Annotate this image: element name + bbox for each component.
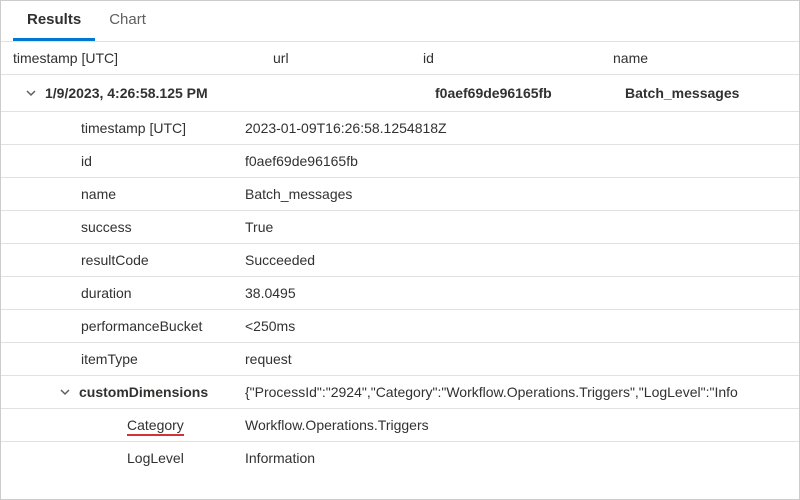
column-header-name[interactable]: name: [613, 50, 787, 66]
nested-detail-label: Category: [1, 417, 241, 433]
detail-row: successTrue: [1, 210, 799, 243]
detail-row: performanceBucket<250ms: [1, 309, 799, 342]
detail-row: timestamp [UTC]2023-01-09T16:26:58.12548…: [1, 111, 799, 144]
nested-detail-label: LogLevel: [1, 450, 241, 466]
detail-row: duration38.0495: [1, 276, 799, 309]
detail-row: nameBatch_messages: [1, 177, 799, 210]
column-header-url[interactable]: url: [273, 50, 423, 66]
nested-detail-row: LogLevelInformation: [1, 441, 799, 474]
nested-detail-row: CategoryWorkflow.Operations.Triggers: [1, 408, 799, 441]
detail-label: itemType: [1, 351, 241, 367]
detail-label: success: [1, 219, 241, 235]
column-header-timestamp[interactable]: timestamp [UTC]: [13, 50, 273, 66]
detail-label: timestamp [UTC]: [1, 120, 241, 136]
detail-label: id: [1, 153, 241, 169]
tab-chart[interactable]: Chart: [95, 1, 160, 41]
group-name: Batch_messages: [625, 85, 777, 101]
result-group-row[interactable]: 1/9/2023, 4:26:58.125 PM f0aef69de96165f…: [1, 75, 799, 111]
detail-value: Batch_messages: [241, 186, 799, 202]
detail-value: Succeeded: [241, 252, 799, 268]
detail-label: name: [1, 186, 241, 202]
detail-row: idf0aef69de96165fb: [1, 144, 799, 177]
nested-detail-value: Information: [241, 450, 799, 466]
nested-detail-value: Workflow.Operations.Triggers: [241, 417, 799, 433]
detail-label: performanceBucket: [1, 318, 241, 334]
column-header-id[interactable]: id: [423, 50, 613, 66]
detail-row: itemTyperequest: [1, 342, 799, 375]
detail-row: resultCodeSucceeded: [1, 243, 799, 276]
custom-dimensions-json: {"ProcessId":"2924","Category":"Workflow…: [241, 384, 799, 400]
group-timestamp: 1/9/2023, 4:26:58.125 PM: [45, 85, 287, 101]
detail-value: request: [241, 351, 799, 367]
tab-results[interactable]: Results: [13, 1, 95, 41]
chevron-down-icon[interactable]: [57, 384, 73, 400]
detail-label: resultCode: [1, 252, 241, 268]
detail-value: 38.0495: [241, 285, 799, 301]
custom-dimensions-label: customDimensions: [79, 384, 208, 400]
group-id: f0aef69de96165fb: [435, 85, 625, 101]
detail-value: True: [241, 219, 799, 235]
detail-value: f0aef69de96165fb: [241, 153, 799, 169]
detail-value: 2023-01-09T16:26:58.1254818Z: [241, 120, 799, 136]
chevron-down-icon[interactable]: [23, 85, 39, 101]
detail-value: <250ms: [241, 318, 799, 334]
detail-label: duration: [1, 285, 241, 301]
custom-dimensions-row[interactable]: customDimensions {"ProcessId":"2924","Ca…: [1, 375, 799, 408]
